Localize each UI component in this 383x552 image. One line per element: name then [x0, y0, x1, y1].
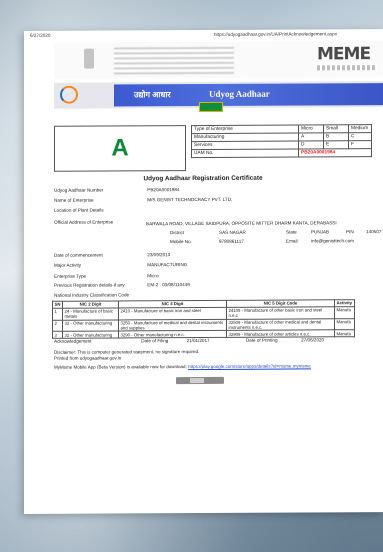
table-cell: Medium	[348, 124, 372, 133]
printed-from-text: Printed from udyogaadhaar.gov.in	[54, 355, 122, 361]
brand-badge-icon	[199, 101, 223, 113]
table-cell: 32509 - Manufacture of other medical and…	[226, 318, 335, 331]
field-value: MANUFACTURING	[147, 262, 188, 268]
field-label: Udyog Aadhaar Number	[54, 187, 104, 193]
field-nic-code: National Industry Classification Code	[54, 292, 129, 297]
msme-logo: MEME	[317, 44, 377, 72]
enterprise-grade-letter: A	[111, 134, 129, 162]
msme-logo-text: MEME	[317, 44, 371, 65]
district-label: District	[170, 230, 185, 236]
mobile-value: 9780861117	[219, 238, 244, 244]
table-cell: A	[298, 132, 324, 142]
table-cell: Micro	[298, 124, 324, 134]
table-cell: 24 - Manufacture of basic metals	[62, 307, 119, 320]
filing-date: 21/01/2017	[186, 337, 210, 344]
disclaimer-text: Disclaimer: This is computer generated s…	[54, 349, 200, 355]
ministry-text-block	[114, 45, 234, 75]
hindi-brand-text: उद्योग आधार	[134, 90, 171, 100]
table-cell: Manufa	[334, 318, 355, 331]
table-cell: 3	[52, 331, 63, 339]
field-label: Name of Enterprise	[54, 197, 94, 203]
ack-label: Acknowledgement	[54, 338, 92, 344]
enterprise-grade-box: A	[54, 125, 186, 172]
table-cell: E	[323, 140, 349, 149]
table-cell: F	[348, 140, 372, 149]
state-label: State	[286, 229, 297, 235]
field-value: EM-2 : 03/08/110449	[147, 282, 190, 288]
table-cell: 32909 - Manufacture of other articles n.…	[226, 330, 335, 338]
table-cell: 32 - Other manufacturing	[62, 319, 119, 332]
enterprise-type-table: Type of Enterprise Micro Small Medium Ma…	[191, 124, 372, 158]
pin-value: 140507	[366, 229, 382, 235]
table-cell: 1	[52, 308, 63, 320]
field-label: Official Address of Enterprise	[54, 219, 114, 225]
field-value: PB20A0001984	[147, 187, 180, 193]
certificate-title: Udyog Aadhaar Registration Certificate	[143, 174, 263, 183]
gov-banner: MEME	[54, 41, 383, 79]
table-cell: B	[323, 132, 349, 141]
acknowledgement-row: Acknowledgement Date of Filing 21/01/201…	[54, 337, 324, 343]
field-value: M/S GENIST TECHNOCRACY PVT. LTD.	[147, 196, 233, 203]
table-cell: Manufa	[334, 330, 355, 337]
field-date-of-commencement: Date of commencement 23/09/2013	[54, 252, 170, 258]
uam-label: UAM No.	[191, 149, 299, 158]
field-label: Date of commencement	[54, 252, 103, 258]
national-emblem-icon	[84, 48, 94, 69]
field-value: Micro	[147, 273, 159, 279]
table-cell: D	[298, 140, 324, 150]
field-label: Location of Plant Details	[54, 207, 104, 213]
print-url: https://udyogaadhaar.gov.in/UA/PrintAckn…	[214, 31, 337, 37]
table-cell: 2410 - Manufacture of basic iron and ste…	[118, 307, 227, 320]
field-label: Enterprise Type	[54, 273, 87, 279]
state-value: PUNJAB	[311, 229, 330, 235]
document-page: 6/27/2020 https://udyogaadhaar.gov.in/UA…	[24, 29, 383, 514]
table-cell: 3250 - Manufacture of medical and dental…	[118, 318, 227, 332]
email-label: Email:	[286, 238, 299, 244]
table-cell: 32 - Other manufacturing	[62, 331, 119, 339]
field-value: 23/09/2013	[147, 252, 171, 258]
field-label: Previous Registration details-if any	[54, 282, 125, 288]
table-cell: 2	[52, 319, 63, 332]
mobile-label: Mobile No	[170, 239, 191, 245]
field-location-of-plant: Location of Plant Details	[54, 207, 146, 213]
table-cell: C	[348, 132, 372, 141]
brand-band: उद्योग आधार Udyog Aadhaar	[114, 83, 383, 107]
pdf-page-controls[interactable]	[176, 376, 224, 385]
pin-label: PIN	[346, 229, 354, 235]
email-value: info@genisttech.com	[311, 238, 354, 244]
field-previous-registration: Previous Registration details-if any EM-…	[54, 282, 190, 288]
table-row: UAM No. PB20A0001984	[191, 148, 372, 158]
field-label: National Industry Classification Code	[54, 292, 130, 298]
field-major-activity: Major Activity MANUFACTURING	[54, 262, 187, 268]
column-header: Activity	[334, 299, 355, 307]
field-udyog-aadhaar-number: Udyog Aadhaar Number PB20A0001984	[54, 187, 179, 193]
printing-date: 27/06/2020	[301, 337, 325, 343]
address-line: BARWALA ROAD, VILLAGE SAIDPURA, OPPOSITE…	[146, 220, 337, 227]
table-cell: 24109 - Manufacture of other basic iron …	[226, 306, 335, 319]
printing-label: Date of Printing	[245, 337, 278, 343]
digital-india-logo-icon	[60, 85, 78, 104]
table-cell: Small	[323, 124, 349, 133]
field-enterprise-type: Enterprise Type Micro	[54, 273, 159, 279]
udyog-aadhaar-logo-text: Udyog Aadhaar	[209, 88, 270, 99]
table-cell: Manufa	[334, 306, 355, 319]
print-date: 6/27/2020	[30, 32, 51, 38]
uam-number: PB20A0001984	[298, 148, 372, 158]
udyog-brand-bar: उद्योग आधार Udyog Aadhaar	[54, 81, 383, 113]
filing-label: Date of Filing	[141, 338, 169, 344]
field-official-address: Official Address of Enterprise	[54, 219, 146, 224]
msme-logo-subtext	[317, 65, 377, 71]
district-value: SAS NAGAR	[219, 229, 246, 235]
mobile-app-note: MyMsme Mobile App (Beta Version) is avai…	[54, 363, 311, 369]
field-label: Major Activity	[54, 262, 82, 268]
table-cell: 3290 - Other manufacturing n.e.c.	[118, 330, 227, 339]
mobile-app-text: MyMsme Mobile App (Beta Version) is avai…	[54, 364, 187, 370]
print-header: 6/27/2020 https://udyogaadhaar.gov.in/UA…	[30, 31, 377, 38]
field-name-of-enterprise: Name of Enterprise M/S GENIST TECHNOCRAC…	[54, 197, 232, 203]
play-store-link[interactable]: https://play.google.com/store/apps/detai…	[188, 363, 311, 369]
nic-code-table: SN NIC 2 Digit NIC 4 Digit NIC 5 Digit C…	[52, 299, 355, 339]
